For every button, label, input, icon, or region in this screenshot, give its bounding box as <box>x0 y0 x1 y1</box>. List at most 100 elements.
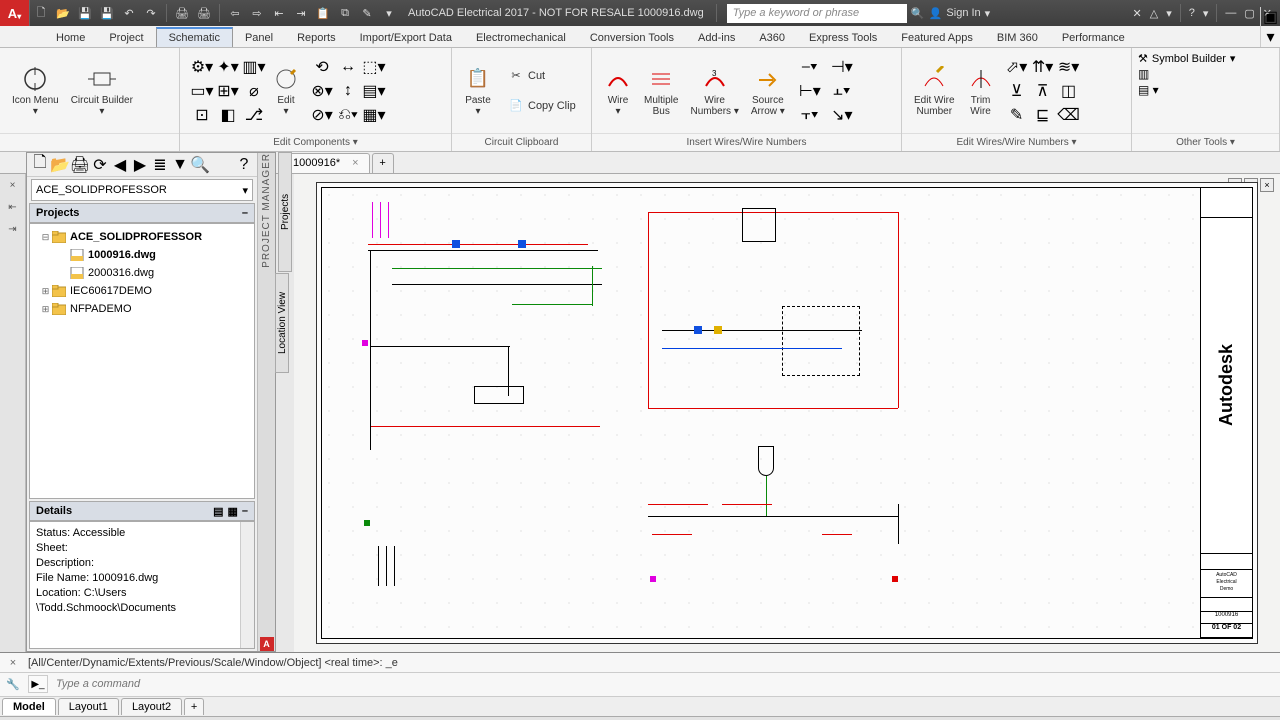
qat-new-icon[interactable]: 🗋 <box>31 3 51 23</box>
wire-tool-icon[interactable]: ⊣▾ <box>827 56 857 78</box>
wire-edit-tool-icon[interactable]: ⬀▾ <box>1005 56 1029 78</box>
palette-pin-icon[interactable]: ⇥ <box>0 218 25 240</box>
wire-edit-tool-icon[interactable]: ⌫ <box>1057 104 1081 126</box>
component-tool-icon[interactable]: ▭▾ <box>190 80 214 102</box>
circuit-builder-button[interactable]: Circuit Builder▾ <box>65 63 139 119</box>
tab-reports[interactable]: Reports <box>285 29 348 47</box>
tab-bim360[interactable]: BIM 360 <box>985 29 1050 47</box>
tab-a360[interactable]: A360 <box>747 29 797 47</box>
pm-tree-node[interactable]: 2000316.dwg <box>34 264 250 282</box>
palette-close-icon[interactable]: × <box>0 174 25 196</box>
layout-tab-model[interactable]: Model <box>2 698 56 715</box>
details-scrollbar[interactable] <box>240 522 254 648</box>
pm-tree[interactable]: ⊟ACE_SOLIDPROFESSOR1000916.dwg2000316.dw… <box>29 223 255 499</box>
maximize-icon[interactable]: ▢ <box>1244 7 1254 20</box>
tab-addins[interactable]: Add-ins <box>686 29 747 47</box>
component-tool-icon[interactable]: ⌀ <box>242 80 266 102</box>
exchange-icon[interactable]: ✕ <box>1133 7 1142 20</box>
wire-edit-tool-icon[interactable]: ✎ <box>1005 104 1029 126</box>
edit-tool-icon[interactable]: ⊗▾ <box>310 80 334 102</box>
qat-surfer-icon[interactable]: ⧉ <box>335 3 355 23</box>
component-tool-icon[interactable]: ✦▾ <box>216 56 240 78</box>
qat-next-dwg-icon[interactable]: ⇨ <box>247 3 267 23</box>
pm-tree-node[interactable]: ⊞NFPADEMO <box>34 300 250 318</box>
qat-prev-proj-dwg-icon[interactable]: ⇤ <box>269 3 289 23</box>
search-go-icon[interactable]: 🔍 <box>908 3 928 23</box>
tab-close-icon[interactable]: × <box>352 157 358 169</box>
qat-dropdown-icon[interactable]: ▾ <box>379 3 399 23</box>
edit-wire-number-button[interactable]: Edit Wire Number <box>908 63 961 119</box>
pm-next-icon[interactable]: ▶ <box>131 156 149 174</box>
app-menu-button[interactable]: A▾ <box>0 0 30 26</box>
paste-button[interactable]: 📋 Paste▾ <box>458 63 498 119</box>
layout-tab-1[interactable]: Layout1 <box>58 698 119 715</box>
icon-menu-button[interactable]: Icon Menu▾ <box>6 63 65 119</box>
qat-saveas-icon[interactable]: 💾 <box>97 3 117 23</box>
pm-refresh-icon[interactable]: ⟳ <box>91 156 109 174</box>
drawing-canvas[interactable]: – ▢ × Autodesk AutoCADElectricalDemo 100… <box>294 174 1280 652</box>
qat-plot-icon[interactable]: 🖨 <box>172 3 192 23</box>
qat-open-icon[interactable]: 📂 <box>53 3 73 23</box>
component-tool-icon[interactable]: ⊞▾ <box>216 80 240 102</box>
document-tab-add[interactable]: + <box>372 153 394 173</box>
qat-save-icon[interactable]: 💾 <box>75 3 95 23</box>
pm-prev-icon[interactable]: ◀ <box>111 156 129 174</box>
component-tool-icon[interactable]: ⊡ <box>190 104 214 126</box>
tab-schematic[interactable]: Schematic <box>156 27 233 47</box>
document-tab[interactable]: 1000916*× <box>282 153 370 173</box>
tab-home[interactable]: Home <box>44 29 97 47</box>
component-tool-icon[interactable]: ⎇ <box>242 104 266 126</box>
other-tool-icon[interactable]: ▥ <box>1138 67 1149 81</box>
wire-edit-tool-icon[interactable]: ◫ <box>1057 80 1081 102</box>
tab-electromechanical[interactable]: Electromechanical <box>464 29 578 47</box>
source-arrow-button[interactable]: Source Arrow ▾ <box>745 63 791 119</box>
signin-button[interactable]: 👤 Sign In ▾ <box>929 7 990 20</box>
pm-tree-node[interactable]: 1000916.dwg <box>34 246 250 264</box>
edit-tool-icon[interactable]: ⎌▾ <box>336 104 360 126</box>
minimize-icon[interactable]: — <box>1225 7 1236 19</box>
command-history[interactable]: × [All/Center/Dynamic/Extents/Previous/S… <box>0 653 1280 673</box>
edit-button[interactable]: Edit▾ <box>266 63 306 119</box>
qat-pencil-icon[interactable]: ✎ <box>357 3 377 23</box>
edit-tool-icon[interactable]: ⬚▾ <box>362 56 386 78</box>
palette-pin-icon[interactable]: ⇤ <box>0 196 25 218</box>
edit-tool-icon[interactable]: ▤▾ <box>362 80 386 102</box>
layout-tab-2[interactable]: Layout2 <box>121 698 182 715</box>
pm-title-bar[interactable]: PROJECT MANAGER A <box>257 153 275 651</box>
wire-edit-tool-icon[interactable]: ≋▾ <box>1057 56 1081 78</box>
other-tool-icon[interactable]: ▤ ▾ <box>1138 83 1159 97</box>
wire-tool-icon[interactable]: ⫠▾ <box>827 80 857 102</box>
a360-icon[interactable]: △ <box>1150 7 1158 20</box>
pm-drawing-list-icon[interactable]: ≣ <box>151 156 169 174</box>
edit-tool-icon[interactable]: ↕ <box>336 80 360 102</box>
tab-featured[interactable]: Featured Apps <box>889 29 985 47</box>
help-icon[interactable]: ? <box>1189 7 1195 19</box>
trim-wire-button[interactable]: Trim Wire <box>961 63 1001 119</box>
pm-new-icon[interactable]: 🗋 <box>31 156 49 174</box>
qat-copy-icon[interactable]: 📋 <box>313 3 333 23</box>
layout-tab-add[interactable]: + <box>184 698 204 715</box>
viewport-close-icon[interactable]: × <box>1260 178 1274 192</box>
wire-edit-tool-icon[interactable]: ⇈▾ <box>1031 56 1055 78</box>
component-tool-icon[interactable]: ⚙▾ <box>190 56 214 78</box>
tab-panel[interactable]: Panel <box>233 29 285 47</box>
qat-prev-dwg-icon[interactable]: ⇦ <box>225 3 245 23</box>
qat-redo-icon[interactable]: ↷ <box>141 3 161 23</box>
pm-projects-header[interactable]: Projects– <box>29 203 255 223</box>
pm-filter-icon[interactable]: ▼ <box>171 156 189 174</box>
pm-tree-node[interactable]: ⊞IEC60617DEMO <box>34 282 250 300</box>
pm-details-header[interactable]: Details▤▦– <box>29 501 255 521</box>
copy-clip-button[interactable]: 📄Copy Clip <box>504 92 580 120</box>
ribbon-overflow-icon[interactable]: ▣ ▾ <box>1260 7 1280 47</box>
pm-help-icon[interactable]: ? <box>235 156 253 174</box>
pm-project-combo[interactable]: ACE_SOLIDPROFESSOR▾ <box>31 179 253 201</box>
wire-tool-icon[interactable]: ⊢▾ <box>795 80 825 102</box>
pm-open-icon[interactable]: 📂 <box>51 156 69 174</box>
command-input[interactable] <box>52 678 1280 690</box>
wire-edit-tool-icon[interactable]: ⊼ <box>1031 80 1055 102</box>
edit-tool-icon[interactable]: ⟲ <box>310 56 334 78</box>
projects-side-tab[interactable]: Projects <box>278 152 292 272</box>
qat-batchplot-icon[interactable]: 🖨 <box>194 3 214 23</box>
pm-location-view-tab[interactable]: Location View <box>275 273 289 373</box>
tab-performance[interactable]: Performance <box>1050 29 1137 47</box>
